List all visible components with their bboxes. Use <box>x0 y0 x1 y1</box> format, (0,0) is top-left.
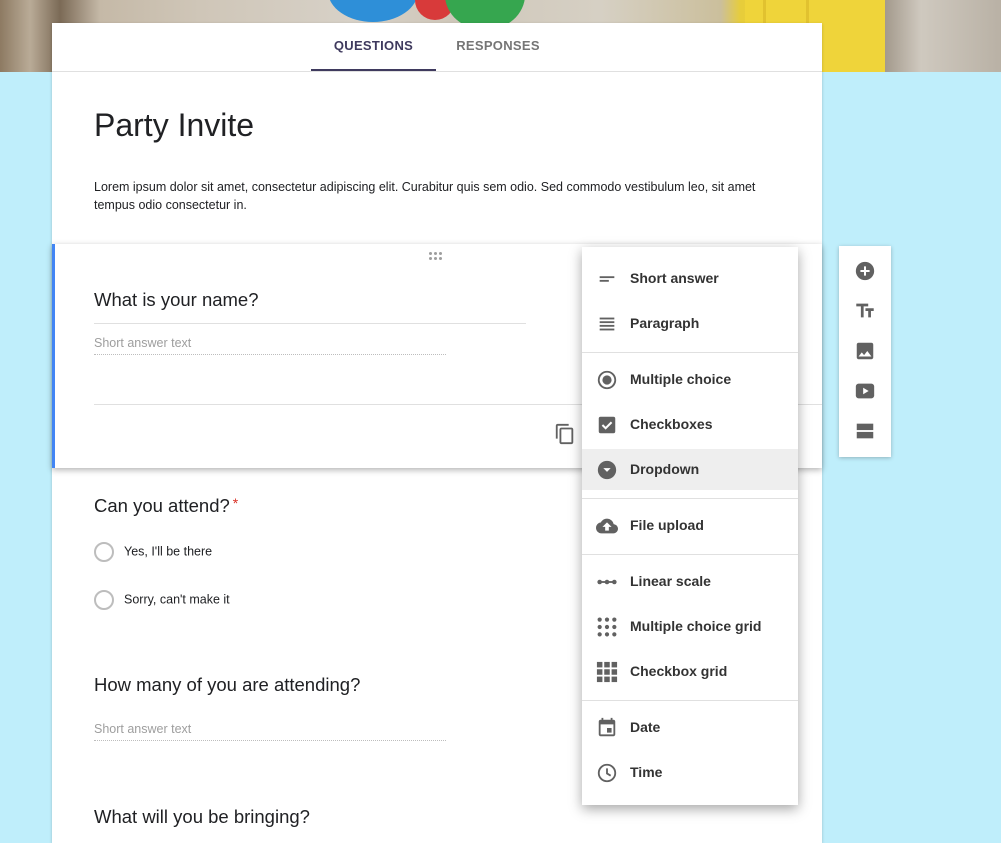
short-answer-preview: Short answer text <box>94 722 446 741</box>
menu-item-label: Short answer <box>630 270 719 286</box>
menu-divider <box>582 554 798 555</box>
menu-item-label: Date <box>630 719 661 735</box>
clock-icon <box>597 763 617 783</box>
question-title: How many of you are attending? <box>94 674 361 695</box>
menu-item-checkbox-grid[interactable]: Checkbox grid <box>582 651 798 692</box>
menu-item-label: Checkboxes <box>630 416 713 432</box>
short-answer-icon <box>599 276 615 282</box>
menu-item-file-upload[interactable]: File upload <box>582 505 798 546</box>
form-description[interactable]: Lorem ipsum dolor sit amet, consectetur … <box>94 179 794 214</box>
menu-item-short-answer[interactable]: Short answer <box>582 258 798 299</box>
radio-button[interactable] <box>94 590 114 610</box>
menu-item-label: Time <box>630 764 663 780</box>
radio-icon <box>597 370 617 390</box>
menu-item-label: Checkbox grid <box>630 663 728 679</box>
tab-questions[interactable]: QUESTIONS <box>311 23 436 71</box>
menu-divider <box>582 700 798 701</box>
section-icon[interactable] <box>854 420 876 442</box>
question-title-input[interactable]: What is your name? <box>94 289 526 324</box>
dropdown-icon <box>597 460 617 480</box>
menu-item-time[interactable]: Time <box>582 752 798 793</box>
menu-item-checkboxes[interactable]: Checkboxes <box>582 404 798 445</box>
menu-item-label: Multiple choice grid <box>630 618 762 634</box>
menu-item-dropdown[interactable]: Dropdown <box>582 449 798 490</box>
duplicate-icon[interactable] <box>554 422 576 446</box>
question-title-text: Can you attend? <box>94 495 230 516</box>
required-asterisk: * <box>232 495 239 511</box>
question-type-menu: Short answer Paragraph Multiple choice C… <box>582 247 798 805</box>
dot-grid-icon <box>597 617 617 637</box>
linear-scale-icon <box>597 579 617 585</box>
tab-bar: QUESTIONS RESPONSES <box>52 23 822 72</box>
form-title[interactable]: Party Invite <box>94 107 254 144</box>
option-label: Sorry, can't make it <box>124 592 230 607</box>
menu-item-label: Dropdown <box>630 461 700 477</box>
title-text-icon[interactable] <box>854 300 876 322</box>
tab-responses[interactable]: RESPONSES <box>444 23 552 71</box>
menu-item-label: File upload <box>630 517 704 533</box>
radio-button[interactable] <box>94 542 114 562</box>
radio-option[interactable]: Yes, I'll be there <box>94 542 212 562</box>
video-icon[interactable] <box>854 380 876 402</box>
menu-item-label: Linear scale <box>630 573 711 589</box>
balloon-blue <box>328 0 418 22</box>
radio-option[interactable]: Sorry, can't make it <box>94 590 230 610</box>
checkbox-icon <box>598 416 616 434</box>
paragraph-icon <box>599 317 615 331</box>
menu-item-paragraph[interactable]: Paragraph <box>582 303 798 344</box>
menu-item-label: Paragraph <box>630 315 700 331</box>
side-toolbar <box>839 246 891 457</box>
menu-divider <box>582 498 798 499</box>
question-title: What will you be bringing? <box>94 806 310 827</box>
image-icon[interactable] <box>854 340 876 362</box>
add-question-icon[interactable] <box>854 260 876 282</box>
active-indicator <box>52 244 55 468</box>
square-grid-icon <box>596 661 618 683</box>
option-label: Yes, I'll be there <box>124 544 213 559</box>
menu-divider <box>582 352 798 353</box>
menu-item-date[interactable]: Date <box>582 707 798 748</box>
question-title: Can you attend? * <box>94 495 238 517</box>
short-answer-preview: Short answer text <box>94 336 446 355</box>
menu-item-multiple-choice[interactable]: Multiple choice <box>582 359 798 400</box>
menu-item-label: Multiple choice <box>630 371 732 387</box>
menu-item-multiple-choice-grid[interactable]: Multiple choice grid <box>582 606 798 647</box>
calendar-icon <box>598 717 616 737</box>
drag-handle-icon[interactable] <box>429 252 445 260</box>
menu-item-linear-scale[interactable]: Linear scale <box>582 561 798 602</box>
cloud-upload-icon <box>596 518 618 534</box>
